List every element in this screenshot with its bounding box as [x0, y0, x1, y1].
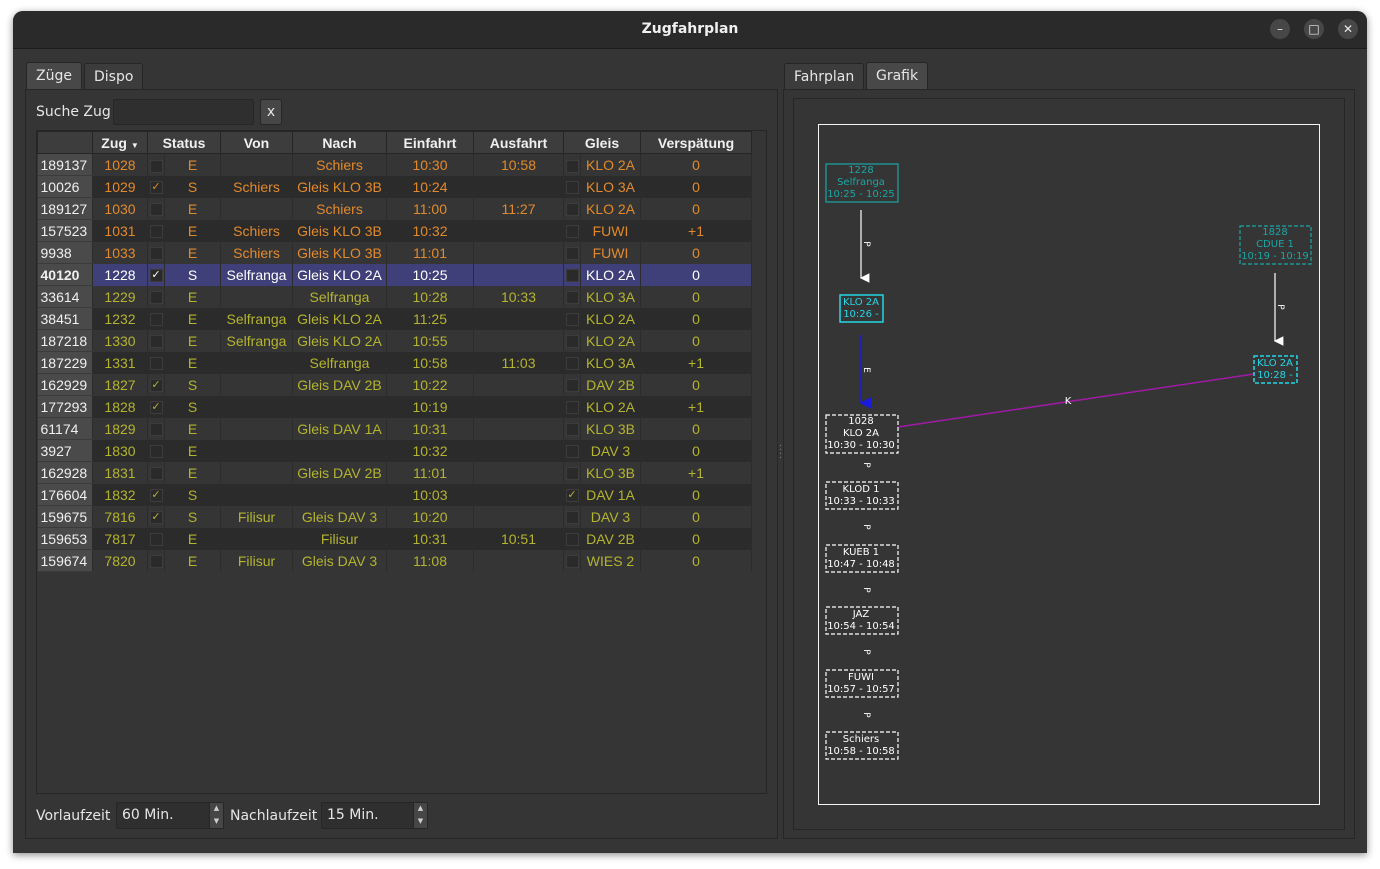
edge-label-p: P: [861, 649, 871, 655]
graph-node-text: 10:54 - 10:54: [827, 621, 895, 632]
graph-node-text: 10:28 -: [1257, 370, 1293, 381]
graph-node-text: KUEB 1: [843, 547, 879, 558]
app-window: Zugfahrplan – □ ✕ Züge Dispo Suche Zug x…: [13, 11, 1367, 853]
graph-node-text: Selfranga: [837, 177, 885, 188]
graph-node-text: 10:26 -: [843, 309, 879, 320]
graph-node-text: 10:58 - 10:58: [827, 746, 895, 757]
graph-node-text: 10:47 - 10:48: [827, 559, 895, 570]
edge-k: [897, 373, 1255, 428]
graph-node-text: 10:19 - 10:19: [1241, 251, 1309, 262]
graph-node-text: 10:57 - 10:57: [827, 684, 895, 695]
graph-svg: P P E K P P P P P 1228 Selfranga 10:25 -…: [825, 163, 1312, 760]
graph-node-text: 1028: [848, 416, 873, 427]
edge-label-p: P: [861, 241, 871, 247]
edge-label-p: P: [861, 462, 871, 468]
graph-node-text: KLOD 1: [843, 484, 880, 495]
graph-node-text: FUWI: [848, 672, 874, 683]
edge-label-p: P: [861, 712, 871, 718]
edge-label-p: P: [861, 587, 871, 593]
edge-label-e: E: [861, 367, 871, 373]
graph-node-text: KLO 2A: [1257, 358, 1293, 369]
graph-node-text: KLO 2A: [843, 297, 879, 308]
graph-node-text: 10:30 - 10:30: [827, 440, 895, 451]
graph-node-text: 10:25 - 10:25: [827, 189, 895, 200]
edge-label-k: K: [1065, 396, 1072, 407]
edge-label-p: P: [861, 524, 871, 530]
graph-node-text: 1228: [848, 165, 873, 176]
graph-node-text: JAZ: [852, 609, 870, 620]
graph-node-text: 10:33 - 10:33: [827, 496, 895, 507]
graph-node-text: KLO 2A: [843, 428, 879, 439]
edge-label-p: P: [1275, 304, 1285, 310]
graph-node-text: Schiers: [843, 734, 879, 745]
graph-node-text: CDUE 1: [1256, 239, 1294, 250]
graph-node-text: 1828: [1262, 227, 1287, 238]
